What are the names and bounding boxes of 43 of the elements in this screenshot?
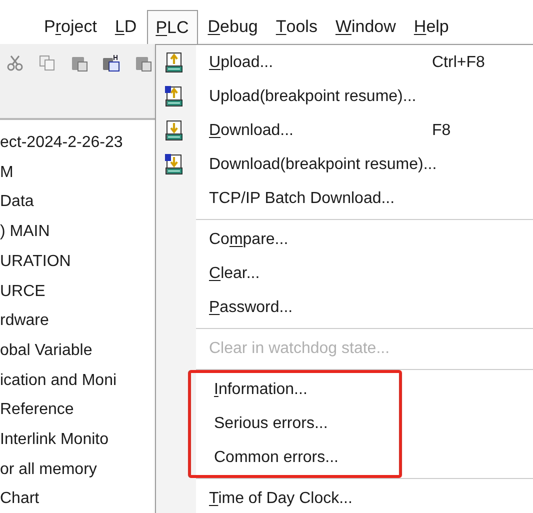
menu-bar-item[interactable]: Tools [268, 10, 326, 44]
clipboard-icon[interactable] [134, 54, 152, 72]
tree-item[interactable]: URATION [0, 246, 71, 277]
menu-bar-item[interactable]: Debug [200, 10, 266, 44]
tree-item[interactable]: obal Variable [0, 336, 92, 366]
upload-icon [164, 51, 184, 73]
menu-bar-item[interactable]: Help [406, 10, 457, 44]
tree-item[interactable]: Reference [0, 395, 74, 426]
tree-item[interactable]: rdware [0, 306, 49, 336]
copy-icon[interactable] [38, 54, 56, 72]
menu-item[interactable]: Information... [201, 378, 308, 402]
tree-item[interactable]: Data [0, 187, 34, 218]
menu-item[interactable]: Upload(breakpoint resume)... [196, 85, 416, 109]
clipboard-icon[interactable] [102, 54, 120, 72]
tree-item[interactable]: Interlink Monito [0, 425, 108, 455]
scissors-icon[interactable] [6, 54, 24, 72]
tree-item[interactable]: or all memory [0, 454, 97, 484]
tree-item[interactable]: ication and Moni [0, 366, 117, 396]
download-icon [164, 119, 184, 141]
tree-item[interactable]: ) MAIN [0, 217, 50, 247]
clipboard-icon[interactable] [70, 54, 88, 72]
menu-item[interactable]: Time of Day Clock... [196, 487, 352, 511]
menu-item[interactable]: Password... [196, 296, 293, 320]
menu-item[interactable]: TCP/IP Batch Download... [196, 187, 395, 211]
menu-item[interactable]: Download... [196, 119, 294, 143]
download-icon [164, 153, 184, 175]
menu-bar-item[interactable]: Project [36, 10, 105, 44]
tree-item[interactable]: ect-2024-2-26-23 [0, 128, 123, 158]
tree-item[interactable]: Chart [0, 484, 40, 513]
shortcut-text: Ctrl+F8 [432, 53, 485, 73]
menu-item[interactable]: Common errors... [201, 446, 338, 470]
menu-item[interactable]: Compare... [196, 228, 288, 252]
menu-bar-item[interactable]: Window [327, 10, 404, 44]
tree-item[interactable]: M [0, 158, 14, 188]
menu-item[interactable]: Download(breakpoint resume)... [196, 153, 437, 177]
menu-bar-item[interactable]: PLC [146, 10, 198, 44]
menu-item[interactable]: Upload... [196, 51, 274, 75]
menu-bar-item[interactable]: LD [106, 10, 145, 44]
upload-icon [164, 85, 184, 107]
menu-item[interactable]: Serious errors... [201, 412, 328, 436]
shortcut-text: F8 [432, 121, 451, 141]
menu-item[interactable]: Clear... [196, 262, 260, 286]
tree-item[interactable]: URCE [0, 276, 46, 306]
